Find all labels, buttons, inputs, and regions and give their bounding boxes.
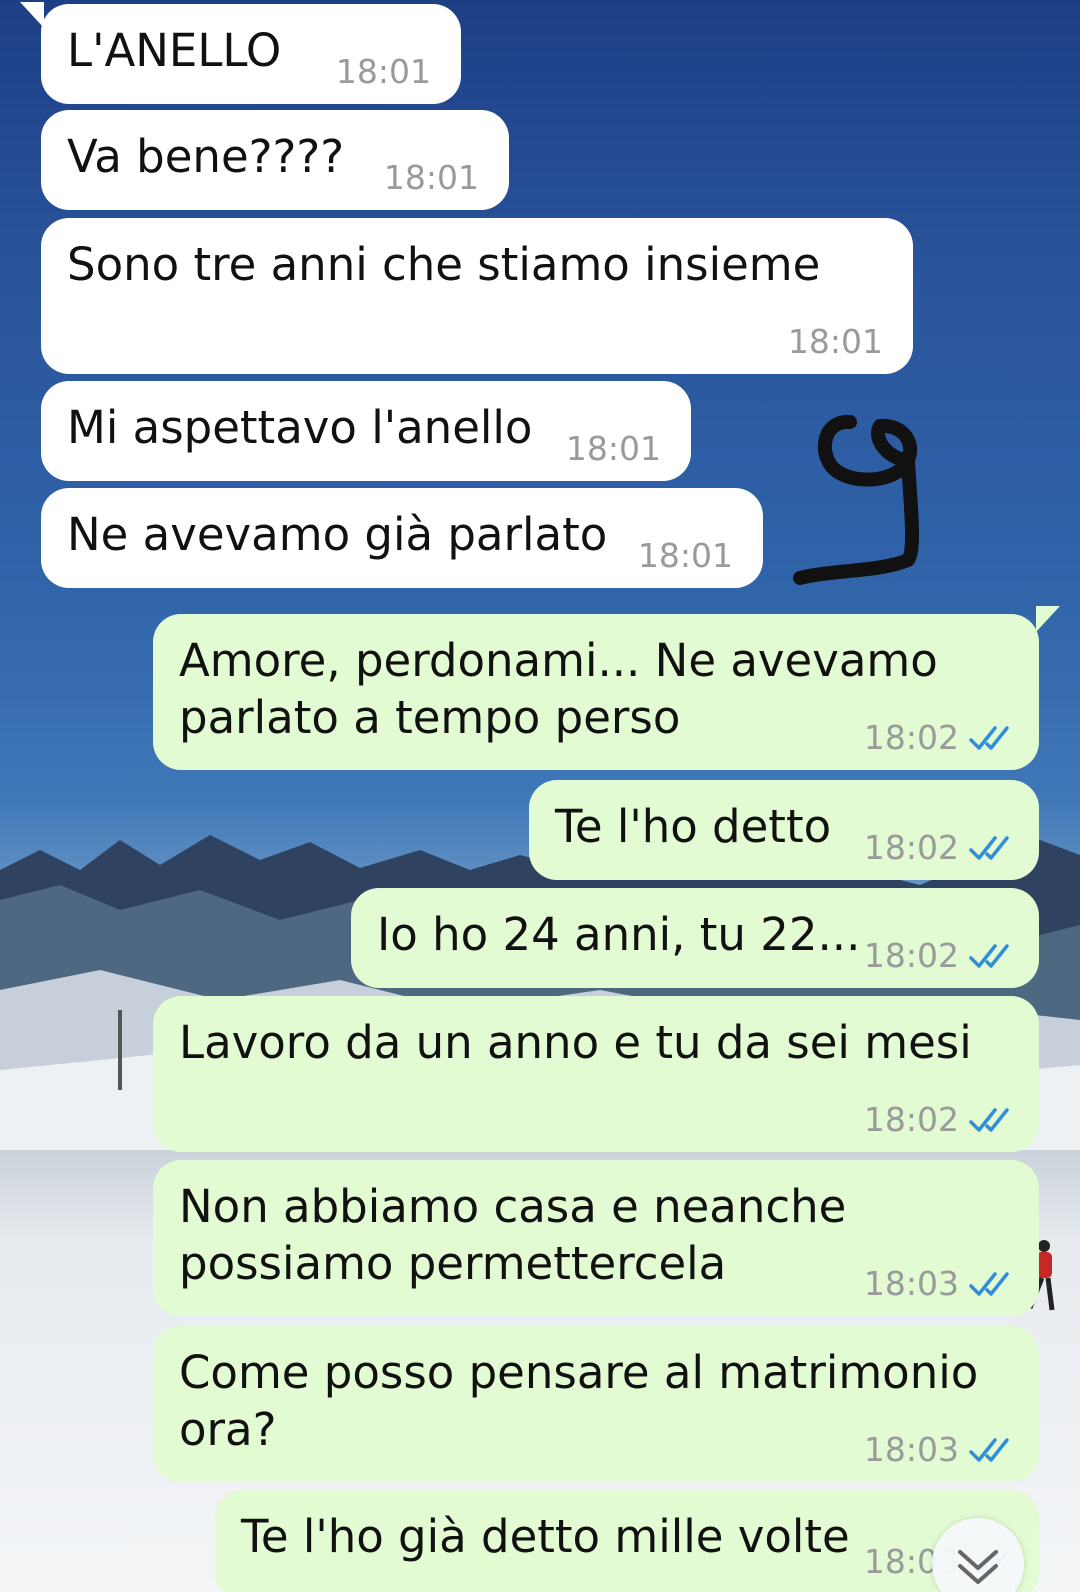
message-text: Lavoro da un anno e tu da sei mesi	[179, 1016, 972, 1069]
incoming-message[interactable]: Sono tre anni che stiamo insieme 18:01	[41, 218, 913, 374]
incoming-message[interactable]: Ne avevamo già parlato 18:01	[41, 488, 763, 588]
double-check-icon	[969, 944, 1009, 968]
message-text: Ne avevamo già parlato	[67, 508, 608, 561]
message-time: 18:02	[864, 1102, 1017, 1138]
outgoing-message[interactable]: Lavoro da un anno e tu da sei mesi 18:02	[153, 996, 1039, 1152]
outgoing-bubble-tail	[1036, 606, 1060, 632]
message-text: Come posso pensare al matrimonio ora?	[179, 1346, 979, 1456]
message-text: Sono tre anni che stiamo insieme	[67, 238, 821, 291]
message-time: 18:01	[565, 429, 661, 468]
message-time: 18:01	[383, 158, 479, 197]
message-text: L'ANELLO	[67, 24, 282, 77]
outgoing-message[interactable]: Io ho 24 anni, tu 22... 18:02	[351, 888, 1039, 988]
message-time: 18:03	[864, 1432, 1017, 1468]
outgoing-message[interactable]: Te l'ho detto 18:02	[529, 780, 1039, 880]
message-time-text: 18:02	[863, 828, 959, 867]
message-time-text: 18:02	[863, 1100, 959, 1139]
scroll-to-bottom-button[interactable]	[932, 1518, 1024, 1592]
double-check-icon	[969, 726, 1009, 750]
double-check-icon	[969, 1438, 1009, 1462]
message-text: Amore, perdonami... Ne avevamo parlato a…	[179, 634, 938, 744]
message-text: Mi aspettavo l'anello	[67, 401, 533, 454]
chat-screen: L'ANELLO 18:01 Va bene???? 18:01 Sono tr…	[0, 0, 1080, 1592]
double-check-icon	[969, 836, 1009, 860]
incoming-bubble-tail	[20, 2, 44, 28]
message-time-text: 18:02	[863, 718, 959, 757]
message-time-text: 18:03	[863, 1430, 959, 1469]
double-check-icon	[969, 1272, 1009, 1296]
message-time-text: 18:03	[863, 1264, 959, 1303]
outgoing-message[interactable]: Non abbiamo casa e neanche possiamo perm…	[153, 1160, 1039, 1316]
message-time: 18:01	[637, 536, 733, 575]
incoming-message[interactable]: Va bene???? 18:01	[41, 110, 509, 210]
outgoing-message[interactable]: Come posso pensare al matrimonio ora? 18…	[153, 1326, 1039, 1482]
outgoing-message[interactable]: Amore, perdonami... Ne avevamo parlato a…	[153, 614, 1039, 770]
incoming-message[interactable]: Mi aspettavo l'anello 18:01	[41, 381, 691, 481]
incoming-message[interactable]: L'ANELLO 18:01	[41, 4, 461, 104]
chevron-double-down-icon	[958, 1550, 998, 1584]
message-text: Io ho 24 anni, tu 22...	[377, 908, 861, 961]
message-time: 18:01	[335, 52, 431, 91]
outgoing-message[interactable]: Te l'ho già detto mille volte 18:03	[215, 1490, 1039, 1592]
message-text: Va bene????	[67, 130, 345, 183]
message-time: 18:02	[864, 830, 1017, 866]
message-time: 18:02	[864, 938, 1017, 974]
message-text: Non abbiamo casa e neanche possiamo perm…	[179, 1180, 847, 1290]
message-time: 18:01	[787, 322, 883, 361]
double-check-icon	[969, 1108, 1009, 1132]
message-text: Te l'ho già detto mille volte	[241, 1510, 850, 1563]
message-time: 18:02	[864, 720, 1017, 756]
message-time-text: 18:02	[863, 936, 959, 975]
message-time: 18:03	[864, 1266, 1017, 1302]
message-text: Te l'ho detto	[555, 800, 832, 853]
hand-drawn-9-icon	[793, 415, 920, 585]
